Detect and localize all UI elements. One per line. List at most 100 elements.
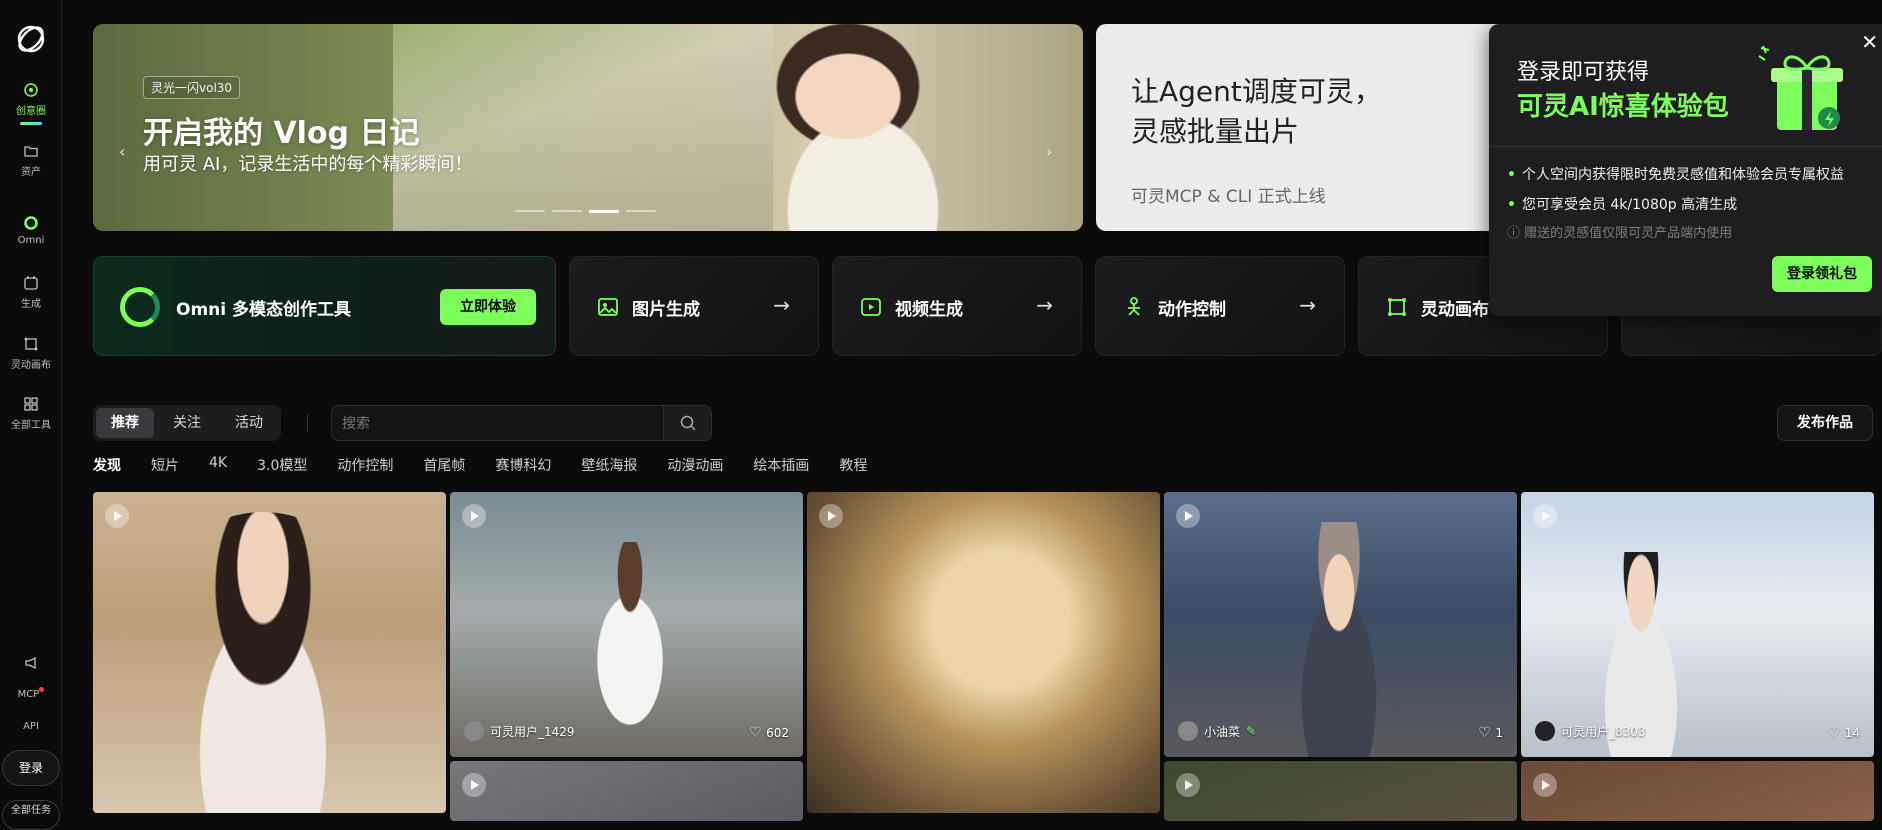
compass-icon	[24, 83, 38, 97]
card-thumbnail	[1274, 522, 1404, 757]
carousel-dots	[515, 210, 656, 213]
search-input[interactable]	[342, 412, 662, 436]
card-author[interactable]: 可灵用户_1429	[464, 721, 575, 741]
video-generation-card[interactable]: 视频生成 →	[832, 256, 1082, 356]
image-generation-card[interactable]: 图片生成 →	[569, 256, 819, 356]
banner-subtitle: 用可灵 AI，记录生活中的每个精彩瞬间！	[143, 154, 473, 175]
mcp-banner-subtitle: 可灵MCP & CLI 正式上线	[1131, 187, 1326, 207]
banner-title: 开启我的 Vlog 日记	[143, 116, 420, 151]
carousel-dot[interactable]	[552, 210, 582, 212]
notification-dot	[39, 687, 45, 692]
sidebar-login-button[interactable]: 登录	[2, 750, 60, 786]
category-item[interactable]: 短片	[151, 455, 179, 475]
sidebar-item-generate[interactable]: 生成	[0, 275, 62, 310]
feed-card[interactable]: 可灵用户_8303 14	[1521, 492, 1874, 757]
feed-card[interactable]	[450, 761, 803, 821]
avatar	[1178, 721, 1198, 741]
mcp-link[interactable]: MCP	[0, 687, 62, 700]
feed-card[interactable]	[1521, 761, 1874, 821]
arrow-right-icon: →	[1299, 293, 1316, 317]
announcement-button[interactable]	[0, 655, 62, 675]
category-tabs: 发现 短片 4K 3.0模型 动作控制 首尾帧 赛博科幻 壁纸海报 动漫动画 绘…	[93, 455, 897, 475]
publish-button[interactable]: 发布作品	[1777, 405, 1873, 441]
sidebar-item-canvas[interactable]: 灵动画布	[0, 336, 62, 371]
category-item[interactable]: 4K	[209, 455, 227, 475]
like-count[interactable]: 14	[1828, 725, 1860, 741]
search-box	[331, 405, 712, 441]
carousel-dot[interactable]	[626, 210, 656, 212]
benefit-text: 个人空间内获得限时免费灵感值和体验会员专属权益	[1521, 167, 1844, 183]
login-gift-button[interactable]: 登录领礼包	[1772, 256, 1872, 292]
card-author[interactable]: 可灵用户_8303	[1535, 721, 1646, 741]
feed-card[interactable]	[807, 492, 1160, 813]
play-icon	[1533, 773, 1557, 797]
feed-card[interactable]: 可灵用户_1429 602	[450, 492, 803, 757]
generate-icon	[24, 276, 38, 290]
card-thumbnail	[153, 512, 373, 813]
try-now-button[interactable]: 立即体验	[440, 289, 536, 325]
sidebar: 创意圈 资产 Omni 生成 灵动画布 全部工具 MCP API 登录 全部任务	[0, 0, 62, 830]
api-link[interactable]: API	[0, 721, 62, 732]
banner-prev-arrow-icon[interactable]: ‹	[119, 142, 125, 161]
card-author[interactable]: 小油菜 ✎	[1178, 721, 1256, 741]
tool-label: 灵动画布	[1421, 300, 1489, 320]
arrow-right-icon: →	[773, 293, 790, 317]
category-item[interactable]: 教程	[839, 455, 867, 475]
motion-control-card[interactable]: 动作控制 →	[1095, 256, 1345, 356]
category-item[interactable]: 3.0模型	[257, 455, 307, 475]
play-icon	[819, 504, 843, 528]
active-indicator	[20, 122, 42, 125]
tab-activity[interactable]: 活动	[220, 408, 278, 438]
banner-next-arrow-icon[interactable]: ›	[1046, 142, 1052, 161]
like-count[interactable]: 1	[1478, 725, 1503, 741]
omni-tool-card[interactable]: Omni 多模态创作工具 立即体验	[93, 256, 556, 356]
feed-tabs: 推荐 关注 活动	[93, 405, 281, 441]
category-item[interactable]: 动漫动画	[667, 455, 723, 475]
tab-following[interactable]: 关注	[158, 408, 216, 438]
like-count[interactable]: 602	[749, 725, 789, 741]
author-name: 可灵用户_1429	[490, 724, 575, 739]
sidebar-item-label: 全部工具	[11, 420, 51, 431]
omni-ring-icon	[24, 216, 38, 230]
feed-card[interactable]	[93, 492, 446, 813]
sidebar-item-creative[interactable]: 创意圈	[0, 82, 62, 125]
pen-icon: ✎	[1246, 724, 1257, 738]
megaphone-icon	[25, 656, 36, 670]
mcp-banner[interactable]: 让Agent调度可灵， 灵感批量出片 可灵MCP & CLI 正式上线	[1096, 24, 1516, 231]
author-name: 可灵用户_8303	[1561, 724, 1646, 739]
tool-label: 动作控制	[1158, 300, 1226, 320]
login-promo-popup: 登录即可获得 可灵AI惊喜体验包 ✕ • 个人空间内获得限时免费灵感值和体验会员专…	[1489, 24, 1882, 316]
sidebar-item-omni[interactable]: Omni	[0, 215, 62, 246]
hero-banner[interactable]: 灵光一闪vol30 开启我的 Vlog 日记 用可灵 AI，记录生活中的每个精彩…	[93, 24, 1083, 231]
carousel-dot-active[interactable]	[589, 210, 619, 213]
carousel-dot[interactable]	[515, 210, 545, 212]
figure-icon	[1128, 297, 1140, 316]
feed-card[interactable]: 小油菜 ✎ 1	[1164, 492, 1517, 757]
sidebar-item-all-tools[interactable]: 全部工具	[0, 396, 62, 431]
category-item[interactable]: 首尾帧	[423, 455, 465, 475]
search-icon	[680, 415, 696, 431]
category-item[interactable]: 赛博科幻	[495, 455, 551, 475]
api-label: API	[23, 721, 39, 732]
feed-card[interactable]	[1164, 761, 1517, 821]
divider	[1489, 146, 1882, 147]
kling-logo-icon[interactable]	[14, 22, 48, 56]
benefit-item: • 个人空间内获得限时免费灵感值和体验会员专属权益	[1507, 167, 1844, 183]
omni-tool-label: Omni 多模态创作工具	[176, 300, 352, 320]
category-item[interactable]: 壁纸海报	[581, 455, 637, 475]
tab-recommend[interactable]: 推荐	[96, 408, 154, 438]
image-icon	[598, 298, 618, 316]
benefit-text: 您可享受会员 4k/1080p 高清生成	[1521, 197, 1738, 213]
search-button[interactable]	[663, 406, 711, 440]
category-item[interactable]: 绘本插画	[753, 455, 809, 475]
category-discover[interactable]: 发现	[93, 455, 121, 475]
close-icon[interactable]: ✕	[1861, 30, 1878, 54]
mcp-banner-line2: 灵感批量出片	[1131, 115, 1300, 148]
sidebar-item-label: 灵动画布	[11, 360, 51, 371]
mcp-banner-title: 让Agent调度可灵， 灵感批量出片	[1131, 72, 1382, 152]
all-tasks-button[interactable]: 全部任务	[2, 800, 60, 830]
play-icon	[105, 504, 129, 528]
sidebar-item-assets[interactable]: 资产	[0, 143, 62, 178]
sidebar-item-label: 创意圈	[16, 106, 46, 117]
category-item[interactable]: 动作控制	[337, 455, 393, 475]
